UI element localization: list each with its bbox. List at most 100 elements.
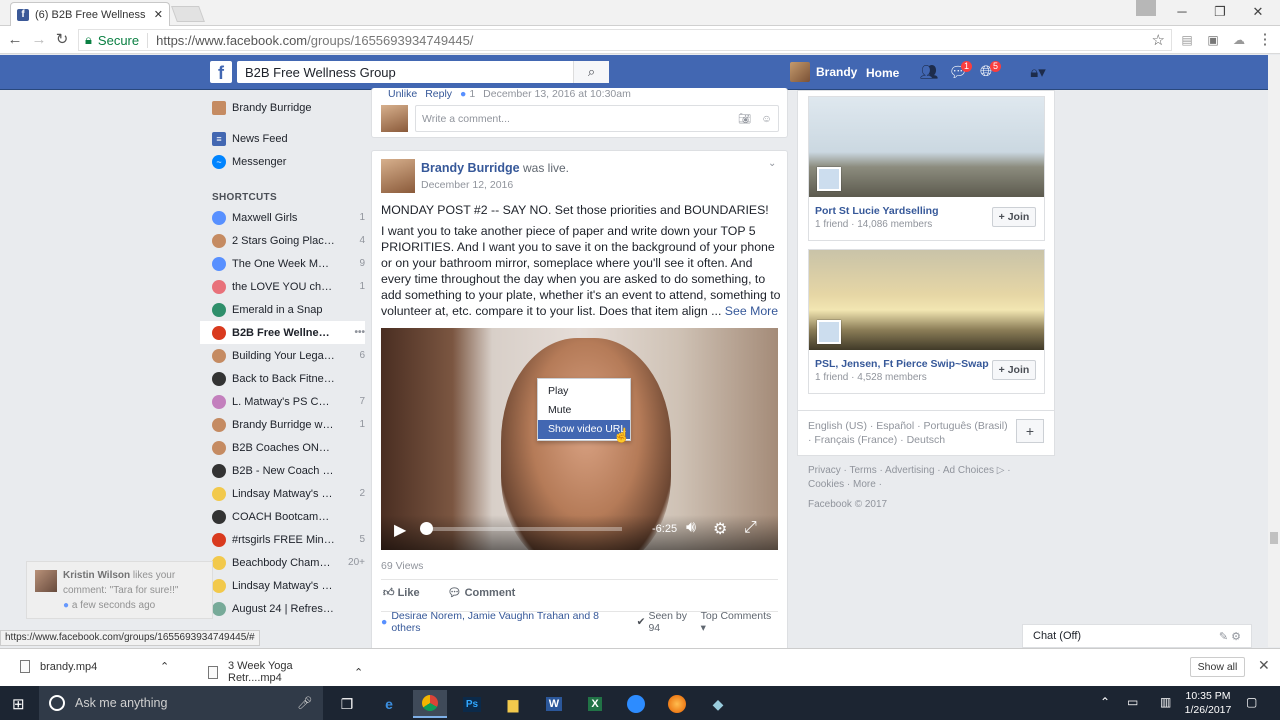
comment-input[interactable]: Write a comment... 📷︎ ☺ [415, 105, 779, 132]
minimize-icon[interactable]: ─ [1172, 4, 1192, 20]
friend-requests-icon[interactable]: 👥︎ [919, 63, 939, 81]
seen-by[interactable]: Seen by 94 [648, 610, 700, 634]
chevron-up-icon[interactable]: ⌃ [160, 660, 169, 673]
search-input[interactable]: B2B Free Wellness Group ⌕ [237, 61, 609, 83]
close-tab-icon[interactable]: ✕ [154, 8, 163, 21]
emoji-icon[interactable]: ☺ [761, 113, 772, 125]
scrollbar-thumb[interactable] [1270, 532, 1278, 544]
sidebar-shortcut-item[interactable]: August 24 | Refresh:... [200, 597, 365, 620]
post-options-chevron-icon[interactable]: ⌄ [768, 158, 776, 169]
download-item[interactable]: 3 Week Yoga Retr....mp4 ⌃ [208, 660, 363, 684]
taskbar-clock[interactable]: 10:35 PM 1/26/2017 [1180, 689, 1236, 717]
zoom-icon[interactable] [619, 690, 653, 718]
camera-icon[interactable]: 📷︎ [738, 112, 751, 125]
join-group-button[interactable]: + Join [992, 360, 1036, 380]
add-language-button[interactable]: + [1016, 419, 1044, 443]
see-more-link[interactable]: See More [725, 304, 778, 318]
close-downloads-icon[interactable]: ✕ [1258, 657, 1270, 674]
notification-toast[interactable]: Kristin Wilson likes your comment: "Tara… [26, 561, 213, 619]
sidebar-shortcut-item[interactable]: Building Your Legacy ... 6 [200, 344, 365, 367]
extension-icon[interactable]: ▤ [1178, 31, 1196, 49]
nav-profile-link[interactable]: Brandy [790, 61, 857, 83]
maximize-icon[interactable]: ❐ [1210, 4, 1230, 20]
menu-item-play[interactable]: Play [538, 382, 630, 401]
new-tab-button[interactable] [171, 6, 205, 22]
sidebar-shortcut-item[interactable]: Beachbody Champions 20+ [200, 551, 365, 574]
chevron-up-icon[interactable]: ⌃ [354, 666, 363, 679]
file-explorer-icon[interactable]: ▆ [496, 690, 530, 718]
download-item[interactable]: brandy.mp4 ⌃ [20, 660, 169, 673]
sidebar-shortcut-item[interactable]: B2B Coaches ONLY ... [200, 436, 365, 459]
cortana-search[interactable]: Ask me anything 🎤︎ [39, 686, 323, 720]
unlike-link[interactable]: Unlike [388, 88, 417, 100]
chat-bar[interactable]: Chat (Off) ✎ ⚙ [1022, 624, 1252, 648]
excel-icon[interactable]: X [578, 690, 612, 718]
forward-icon[interactable]: → [30, 31, 48, 49]
sidebar-shortcut-item[interactable]: Emerald in a Snap [200, 298, 365, 321]
play-icon[interactable]: ▶ [394, 520, 406, 540]
microphone-icon[interactable]: 🎤︎ [297, 696, 313, 711]
post-date[interactable]: December 12, 2016 [421, 179, 513, 191]
battery-icon[interactable]: ▭ [1127, 695, 1138, 709]
close-window-icon[interactable]: ✕ [1248, 4, 1268, 20]
sidebar-shortcut-item[interactable]: 2 Stars Going Places 4 [200, 229, 365, 252]
task-view-icon[interactable]: ❐ [330, 690, 364, 718]
post-author-link[interactable]: Brandy Burridge [421, 161, 520, 175]
avatar[interactable] [381, 159, 415, 193]
action-center-icon[interactable]: ▢ [1246, 695, 1257, 709]
sidebar-shortcut-item[interactable]: the LOVE YOU chall... 1 [200, 275, 365, 298]
sidebar-item-messenger[interactable]: ~ Messenger [200, 150, 365, 173]
group-name[interactable]: PSL, Jensen, Ft Pierce Swip~Swap [815, 358, 989, 370]
group-name[interactable]: Port St Lucie Yardselling [815, 205, 939, 217]
settings-gear-icon[interactable]: ⚙ [713, 519, 727, 539]
page-scrollbar[interactable] [1268, 55, 1280, 647]
reply-link[interactable]: Reply [425, 88, 452, 100]
bookmark-star-icon[interactable]: ☆ [1152, 31, 1165, 49]
tray-chevron-icon[interactable]: ⌃ [1100, 695, 1110, 709]
comment-button[interactable]: 💬︎ Comment [448, 586, 516, 599]
profile-icon[interactable] [1136, 0, 1156, 16]
edge-icon[interactable]: e [372, 690, 406, 718]
app-icon[interactable]: ◆ [701, 690, 735, 718]
footer-links[interactable]: Privacy · Terms · Advertising · Ad Choic… [808, 464, 1038, 492]
top-comments-dropdown[interactable]: Top Comments ▾ [701, 610, 778, 634]
extension-icon[interactable]: ☁ [1230, 31, 1248, 49]
menu-item-mute[interactable]: Mute [538, 401, 630, 420]
nav-home-link[interactable]: Home [866, 66, 899, 80]
windows-start-icon[interactable]: ⊞ [12, 695, 25, 713]
sidebar-shortcut-item[interactable]: Lindsay Matway's Di... [200, 574, 365, 597]
suggested-group-card[interactable]: PSL, Jensen, Ft Pierce Swip~Swap 1 frien… [808, 249, 1045, 394]
sidebar-shortcut-item[interactable]: COACH Bootcamp | ... [200, 505, 365, 528]
sidebar-shortcut-item[interactable]: Back to Back Fitness... [200, 367, 365, 390]
reload-icon[interactable]: ↻ [53, 31, 71, 49]
sidebar-item-news-feed[interactable]: ≡ News Feed [200, 127, 365, 150]
sidebar-shortcut-item[interactable]: B2B Free Wellness ... ••• [200, 321, 365, 344]
suggested-group-card[interactable]: Port St Lucie Yardselling 1 friend · 14,… [808, 96, 1045, 241]
reactors-link[interactable]: Desirae Norem, Jamie Vaughn Trahan and 8… [391, 610, 626, 634]
sidebar-shortcut-item[interactable]: Lindsay Matway's VI... 2 [200, 482, 365, 505]
fullscreen-icon[interactable]: ⤢ [744, 519, 757, 537]
quick-help-icon[interactable]: 🔒︎▾ [1020, 63, 1056, 81]
network-icon[interactable]: ▥ [1160, 695, 1171, 709]
sidebar-shortcut-item[interactable]: Brandy Burridge with ... 1 [200, 413, 365, 436]
volume-icon[interactable]: 🔊︎ [686, 519, 696, 537]
sidebar-shortcut-item[interactable]: Maxwell Girls 1 [200, 206, 365, 229]
url-bar[interactable]: 🔒︎ Secure https://www.facebook.com /grou… [78, 29, 1172, 51]
facebook-logo-icon[interactable]: f [210, 61, 232, 83]
join-group-button[interactable]: + Join [992, 207, 1036, 227]
sidebar-profile-link[interactable]: Brandy Burridge [200, 96, 365, 119]
firefox-icon[interactable] [660, 690, 694, 718]
chrome-menu-icon[interactable]: ⋮ [1256, 31, 1274, 49]
sidebar-shortcut-item[interactable]: #rtsgirls FREE Mini C... 5 [200, 528, 365, 551]
language-links[interactable]: English (US) · Español · Português (Bras… [808, 419, 1008, 447]
sidebar-shortcut-item[interactable]: B2B - New Coach Bo... [200, 459, 365, 482]
word-icon[interactable]: W [537, 690, 571, 718]
back-icon[interactable]: ← [6, 31, 24, 49]
show-all-downloads-button[interactable]: Show all [1190, 657, 1245, 677]
search-icon[interactable]: ⌕ [573, 61, 609, 83]
chat-settings-icon[interactable]: ✎ ⚙ [1219, 630, 1241, 643]
scrubber-handle[interactable] [420, 522, 433, 535]
video-scrubber[interactable] [422, 527, 622, 531]
sidebar-shortcut-item[interactable]: The One Week Mont... 9 [200, 252, 365, 275]
like-button[interactable]: 👍︎ Like [383, 586, 420, 599]
